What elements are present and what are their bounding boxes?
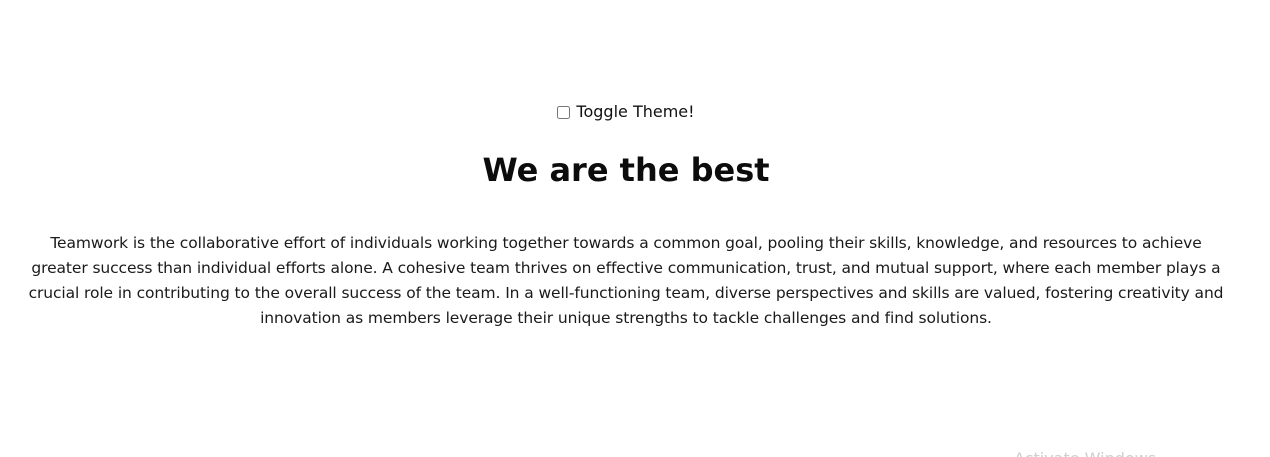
intro-paragraph: Teamwork is the collaborative effort of …	[28, 234, 1224, 327]
theme-toggle[interactable]: Toggle Theme!	[0, 100, 1252, 124]
theme-toggle-checkbox[interactable]	[557, 105, 571, 119]
page-title: We are the best	[482, 151, 770, 189]
activate-windows-watermark: Activate Windows	[1014, 449, 1156, 457]
theme-toggle-label[interactable]: Toggle Theme!	[576, 100, 694, 124]
